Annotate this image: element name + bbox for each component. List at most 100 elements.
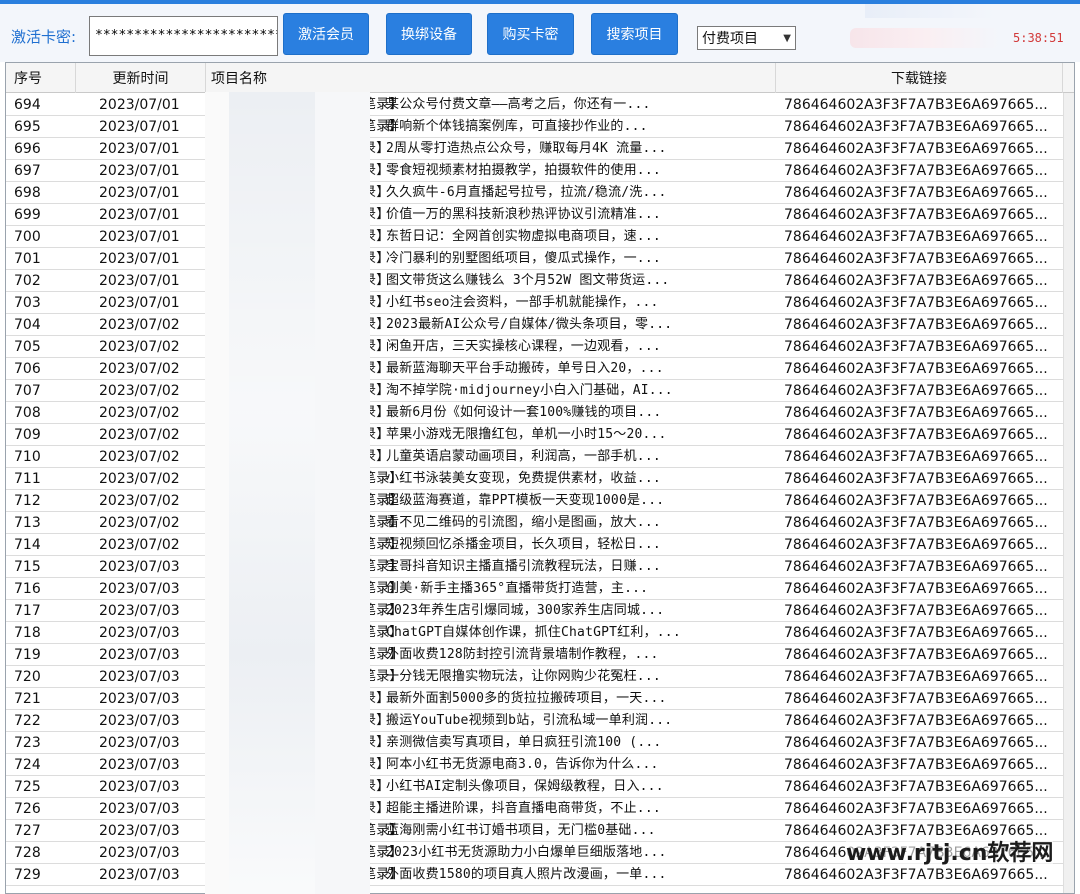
project-title: 2周从零打造热点公众号，赚取每月4K 流量... xyxy=(386,141,667,156)
table-row[interactable]: 713 2023/07/02 笔录】 看不见二维码的引流图，缩小是图画，放大... 78… xyxy=(6,512,1074,534)
row-updated-date: 2023/07/02 xyxy=(99,449,180,465)
table-row[interactable]: 701 2023/07/01 录】 冷门暴利的别墅图纸项目，傻瓜式操作，一... 786… xyxy=(6,248,1074,270)
table-row[interactable]: 703 2023/07/01 录】 小红书seo注会资料，一部手机就能操作，... 78… xyxy=(6,292,1074,314)
row-number: 724 xyxy=(14,757,41,773)
card-key-value: ************************** xyxy=(95,28,277,43)
table-row[interactable]: 694 2023/07/01 笔录】 某公众号付费文章——高考之后，你还有一... 78… xyxy=(6,94,1074,116)
table-row[interactable]: 704 2023/07/02 录】 2023最新AI公众号/自媒体/微头条项目，零..… xyxy=(6,314,1074,336)
row-download-link: 786464602A3F3F7A7B3E6A697665... xyxy=(784,471,1048,487)
project-title: 创美·新手主播365°直播带货打造营，主... xyxy=(386,581,649,596)
project-title: 2023小红书无货源助力小白爆单巨细版落地... xyxy=(386,845,667,860)
table-row[interactable]: 706 2023/07/02 录】 最新蓝海聊天平台手动搬砖，单号日入20，... 78… xyxy=(6,358,1074,380)
vertical-scrollbar[interactable] xyxy=(1063,93,1074,893)
project-title: 图文带货这么赚钱么 3个月52W 图文带货运... xyxy=(386,273,670,288)
table-row[interactable]: 707 2023/07/02 录】 淘不掉学院·midjourney小白入门基础，AI… xyxy=(6,380,1074,402)
column-header-link[interactable]: 下载链接 xyxy=(776,63,1063,93)
table-row[interactable]: 709 2023/07/02 录】 苹果小游戏无限撸红包，单机一小时15～20... 7… xyxy=(6,424,1074,446)
project-title: 一分钱无限撸实物玩法，让你网购少花冤枉... xyxy=(386,669,661,684)
table-row[interactable]: 702 2023/07/01 录】 图文带货这么赚钱么 3个月52W 图文带货运...… xyxy=(6,270,1074,292)
mosaic-layer xyxy=(315,92,370,894)
row-download-link: 786464602A3F3F7A7B3E6A697665... xyxy=(784,493,1048,509)
row-download-link: 786464602A3F3F7A7B3E6A697665... xyxy=(784,229,1048,245)
table-row[interactable]: 711 2023/07/02 笔录】 小红书泳装美女变现，免费提供素材，收益... 78… xyxy=(6,468,1074,490)
row-number: 725 xyxy=(14,779,41,795)
row-number: 703 xyxy=(14,295,41,311)
search-projects-button[interactable]: 搜索项目 xyxy=(591,13,678,55)
table-body: 694 2023/07/01 笔录】 某公众号付费文章——高考之后，你还有一... 78… xyxy=(6,94,1074,886)
row-download-link: 786464602A3F3F7A7B3E6A697665... xyxy=(784,515,1048,531)
row-updated-date: 2023/07/03 xyxy=(99,801,180,817)
table-row[interactable]: 729 2023/07/03 笔录】 外面收费1580的项目真人照片改漫画，一单...… xyxy=(6,864,1074,886)
table-row[interactable]: 696 2023/07/01 录】 2周从零打造热点公众号，赚取每月4K 流量... 7… xyxy=(6,138,1074,160)
row-updated-date: 2023/07/01 xyxy=(99,251,180,267)
row-number: 706 xyxy=(14,361,41,377)
table-row[interactable]: 697 2023/07/01 录】 零食短视频素材拍摄教学，拍摄软件的使用... 786… xyxy=(6,160,1074,182)
table-row[interactable]: 712 2023/07/02 笔录】 超级蓝海赛道，靠PPT模板一天变现1000是..… xyxy=(6,490,1074,512)
column-header-name[interactable]: 项目名称 xyxy=(206,63,776,93)
row-number: 702 xyxy=(14,273,41,289)
row-number: 699 xyxy=(14,207,41,223)
table-row[interactable]: 716 2023/07/03 笔录】 创美·新手主播365°直播带货打造营，主... 7… xyxy=(6,578,1074,600)
rebind-device-button[interactable]: 换绑设备 xyxy=(386,13,472,55)
project-title: 冷门暴利的别墅图纸项目，傻瓜式操作，一... xyxy=(386,251,661,266)
table-row[interactable]: 717 2023/07/03 笔录】 2023年养生店引爆同城，300家养生店同城..… xyxy=(6,600,1074,622)
table-row[interactable]: 718 2023/07/03 笔录】 ChatGPT自媒体创作课，抓住ChatGPT红… xyxy=(6,622,1074,644)
table-row[interactable]: 714 2023/07/02 笔录】 短视频回忆杀播金项目，长久项目，轻松日... 78… xyxy=(6,534,1074,556)
table-row[interactable]: 699 2023/07/01 录】 价值一万的黑科技新浪秒热评协议引流精准... 786… xyxy=(6,204,1074,226)
project-title: 最新外面割5000多的货拉拉搬砖项目，一天... xyxy=(386,691,667,706)
table-row[interactable]: 723 2023/07/03 录】 亲测微信卖写真项目，单日疯狂引流100 (... 7… xyxy=(6,732,1074,754)
category-select[interactable]: 付费项目 ▼ xyxy=(697,26,796,50)
row-number: 707 xyxy=(14,383,41,399)
table-row[interactable]: 719 2023/07/03 笔录】 外面收费128防封控引流背景墙制作教程，... 7… xyxy=(6,644,1074,666)
row-download-link: 786464602A3F3F7A7B3E6A697665... xyxy=(784,427,1048,443)
column-header-updated[interactable]: 更新时间 xyxy=(76,63,206,93)
table-row[interactable]: 726 2023/07/03 录】 超能主播进阶课，抖音直播电商带货，不止... 786… xyxy=(6,798,1074,820)
row-download-link: 786464602A3F3F7A7B3E6A697665... xyxy=(784,603,1048,619)
row-download-link: 786464602A3F3F7A7B3E6A697665... xyxy=(784,141,1048,157)
row-download-link: 786464602A3F3F7A7B3E6A697665... xyxy=(784,691,1048,707)
clock-time: 5:38:51 xyxy=(1013,31,1064,45)
row-number: 716 xyxy=(14,581,41,597)
table-header: 序号 更新时间 项目名称 下载链接 xyxy=(6,63,1074,93)
row-number: 718 xyxy=(14,625,41,641)
row-number: 712 xyxy=(14,493,41,509)
project-title: 某公众号付费文章——高考之后，你还有一... xyxy=(386,97,651,112)
row-download-link: 786464602A3F3F7A7B3E6A697665... xyxy=(784,647,1048,663)
table-row[interactable]: 721 2023/07/03 录】 最新外面割5000多的货拉拉搬砖项目，一天... 7… xyxy=(6,688,1074,710)
table-row[interactable]: 720 2023/07/03 笔录】 一分钱无限撸实物玩法，让你网购少花冤枉... 78… xyxy=(6,666,1074,688)
card-key-label: 激活卡密: xyxy=(11,28,77,46)
table-row[interactable]: 695 2023/07/01 笔录】 群响新个体钱搞案例库，可直接抄作业的... 786… xyxy=(6,116,1074,138)
project-title: 短视频回忆杀播金项目，长久项目，轻松日... xyxy=(386,537,661,552)
row-updated-date: 2023/07/03 xyxy=(99,625,180,641)
row-updated-date: 2023/07/03 xyxy=(99,559,180,575)
row-download-link: 786464602A3F3F7A7B3E6A697665... xyxy=(784,537,1048,553)
table-row[interactable]: 708 2023/07/02 录】 最新6月份《如何设计一套100%赚钱的项目... 7… xyxy=(6,402,1074,424)
row-download-link: 786464602A3F3F7A7B3E6A697665... xyxy=(784,405,1048,421)
toolbar: 激活卡密: ************************** 激活会员 换绑… xyxy=(0,4,1080,62)
row-number: 701 xyxy=(14,251,41,267)
column-header-no[interactable]: 序号 xyxy=(6,63,76,93)
table-row[interactable]: 710 2023/07/02 录】 儿童英语启蒙动画项目，利润高，一部手机... 786… xyxy=(6,446,1074,468)
project-title: 零食短视频素材拍摄教学，拍摄软件的使用... xyxy=(386,163,661,178)
row-updated-date: 2023/07/03 xyxy=(99,779,180,795)
project-title: 儿童英语启蒙动画项目，利润高，一部手机... xyxy=(386,449,661,464)
row-updated-date: 2023/07/02 xyxy=(99,515,180,531)
row-number: 700 xyxy=(14,229,41,245)
table-row[interactable]: 700 2023/07/01 录】 东哲日记：全网首创实物虚拟电商项目，速... 786… xyxy=(6,226,1074,248)
card-key-input[interactable]: ************************** xyxy=(89,16,278,56)
table-row[interactable]: 722 2023/07/03 录】 搬运YouTube视频到b站，引流私域一单利润..… xyxy=(6,710,1074,732)
activate-member-button[interactable]: 激活会员 xyxy=(283,13,369,55)
table-row[interactable]: 705 2023/07/02 录】 闲鱼开店，三天实操核心课程，一边观看，... 786… xyxy=(6,336,1074,358)
table-row[interactable]: 724 2023/07/03 录】 阿本小红书无货源电商3.0，告诉你为什么... 78… xyxy=(6,754,1074,776)
table-row[interactable]: 715 2023/07/03 笔录】 宝哥抖音知识主播直播引流教程玩法，日赚... 78… xyxy=(6,556,1074,578)
buy-card-key-button[interactable]: 购买卡密 xyxy=(487,13,574,55)
row-number: 721 xyxy=(14,691,41,707)
table-row[interactable]: 725 2023/07/03 录】 小红书AI定制头像项目，保姆级教程，日入... 78… xyxy=(6,776,1074,798)
row-updated-date: 2023/07/02 xyxy=(99,361,180,377)
table-row[interactable]: 698 2023/07/01 录】 久久疯牛-6月直播起号拉号，拉流/稳流/洗... 7… xyxy=(6,182,1074,204)
row-number: 715 xyxy=(14,559,41,575)
row-download-link: 786464602A3F3F7A7B3E6A697665... xyxy=(784,273,1048,289)
row-updated-date: 2023/07/01 xyxy=(99,207,180,223)
project-title: 超能主播进阶课，抖音直播电商带货，不止... xyxy=(386,801,661,816)
row-number: 722 xyxy=(14,713,41,729)
